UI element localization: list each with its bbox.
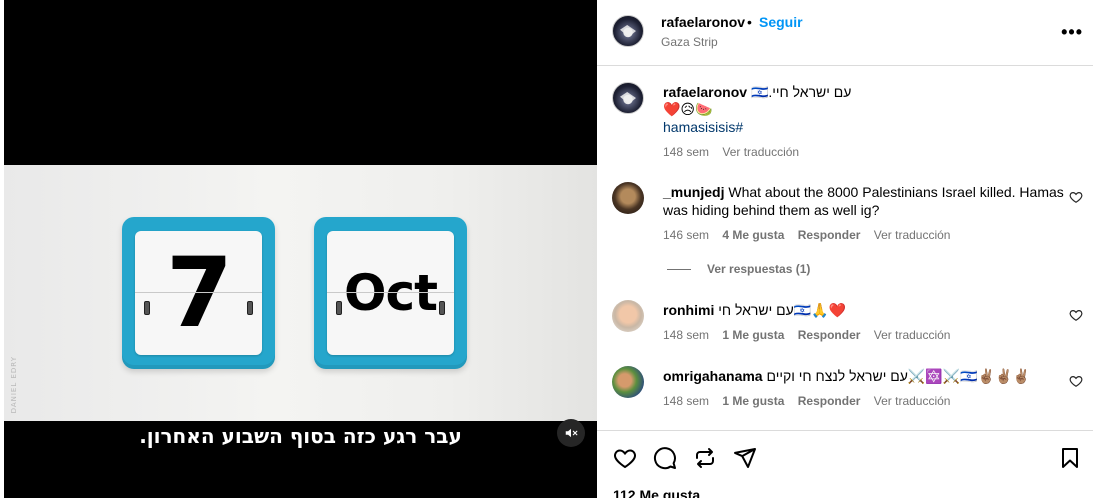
- likes-count[interactable]: 112 Me gusta: [613, 487, 700, 498]
- comment-likes[interactable]: 1 Me gusta: [722, 328, 784, 342]
- more-options-icon[interactable]: •••: [1061, 22, 1083, 43]
- video-subtitle: עבר רגע כזה בסוף השבוע האחרון.: [139, 424, 462, 448]
- card-split-line: [327, 292, 454, 293]
- reply-button[interactable]: Responder: [798, 328, 861, 342]
- comment-line: omrigahanama ✌🏽✌🏽✌🏽🇮🇱⚔️🔯⚔️עם ישראל לנצח …: [663, 367, 1030, 385]
- repost-icon[interactable]: [693, 446, 717, 470]
- speaker-muted-icon: [565, 428, 578, 438]
- like-comment-heart-icon[interactable]: [1069, 308, 1083, 322]
- comment-age[interactable]: 148 sem: [663, 328, 709, 342]
- location-link[interactable]: Gaza Strip: [661, 35, 718, 49]
- card-split-line: [135, 292, 262, 293]
- comment-likes[interactable]: 1 Me gusta: [722, 394, 784, 408]
- caption-meta: 148 sem Ver traducción: [663, 145, 799, 159]
- comment-text: ✌🏽✌🏽✌🏽🇮🇱⚔️🔯⚔️עם ישראל לנצח חי וקיים: [766, 368, 1030, 384]
- share-paper-plane-icon[interactable]: [733, 446, 757, 470]
- comment-text: ❤️🙏🇮🇱עם ישראל חי: [718, 302, 847, 318]
- flip-card-month: Oct: [314, 217, 467, 369]
- flip-card-month-face: Oct: [327, 231, 454, 355]
- post-panel: rafaelaronov • Seguir Gaza Strip ••• raf…: [597, 0, 1093, 498]
- like-comment-heart-icon[interactable]: [1069, 374, 1083, 388]
- month-text: Oct: [343, 264, 438, 322]
- caption-translate[interactable]: Ver traducción: [722, 145, 799, 159]
- day-number: 7: [166, 237, 233, 349]
- avatar[interactable]: [612, 82, 644, 114]
- save-bookmark-icon[interactable]: [1058, 446, 1082, 470]
- caption-username[interactable]: rafaelaronov: [663, 84, 747, 100]
- hinge: [439, 301, 445, 315]
- flip-card-day: 7: [122, 217, 275, 369]
- translate-link[interactable]: Ver traducción: [874, 394, 951, 408]
- comment-line: ronhimi ❤️🙏🇮🇱עם ישראל חי: [663, 301, 846, 319]
- comment-likes[interactable]: 4 Me gusta: [722, 228, 784, 242]
- comment-text: What about the 8000 Palestinians Israel …: [728, 184, 1064, 200]
- post-media[interactable]: 7 Oct DANIEL EDRY עבר רגע כזה בסוף השבוע…: [0, 0, 597, 498]
- hinge: [336, 301, 342, 315]
- caption-text: עם ישראל חיי.🇮🇱: [750, 84, 852, 100]
- translate-link[interactable]: Ver traducción: [874, 328, 951, 342]
- comment-username[interactable]: _munjedj: [663, 184, 724, 200]
- avatar[interactable]: [612, 300, 644, 332]
- caption-age[interactable]: 148 sem: [663, 145, 709, 159]
- video-frame[interactable]: 7 Oct DANIEL EDRY: [4, 165, 597, 421]
- avatar[interactable]: [612, 366, 644, 398]
- flip-card-day-face: 7: [135, 231, 262, 355]
- translate-link[interactable]: Ver traducción: [874, 228, 951, 242]
- video-credit: DANIEL EDRY: [10, 355, 18, 413]
- avatar[interactable]: [612, 15, 644, 47]
- view-replies-link[interactable]: Ver respuestas (1): [707, 262, 810, 276]
- hashtag-link[interactable]: hamasisisis#: [663, 119, 743, 135]
- comment-username[interactable]: ronhimi: [663, 302, 714, 318]
- comment-text-continued: was hiding behind them as well ig?: [663, 202, 880, 218]
- separator-dot: •: [747, 14, 752, 30]
- mute-button[interactable]: [557, 419, 585, 447]
- comment-meta: 148 sem 1 Me gusta Responder Ver traducc…: [663, 328, 950, 342]
- hinge: [247, 301, 253, 315]
- caption-line: rafaelaronov עם ישראל חיי.🇮🇱: [663, 83, 851, 101]
- reply-button[interactable]: Responder: [798, 228, 861, 242]
- comment-line: _munjedj What about the 8000 Palestinian…: [663, 183, 1064, 201]
- caption-emojis: ❤️😥🍉: [663, 101, 713, 117]
- avatar[interactable]: [612, 182, 644, 214]
- comment-username[interactable]: omrigahanama: [663, 368, 763, 384]
- comment-meta: 148 sem 1 Me gusta Responder Ver traducc…: [663, 394, 950, 408]
- hinge: [144, 301, 150, 315]
- replies-divider: [667, 269, 691, 270]
- actions-divider: [597, 430, 1093, 431]
- post-header: rafaelaronov • Seguir Gaza Strip •••: [597, 0, 1093, 66]
- comment-meta: 146 sem 4 Me gusta Responder Ver traducc…: [663, 228, 950, 242]
- like-comment-heart-icon[interactable]: [1069, 190, 1083, 204]
- comment-age[interactable]: 148 sem: [663, 394, 709, 408]
- follow-button[interactable]: Seguir: [759, 14, 803, 30]
- like-heart-icon[interactable]: [613, 446, 637, 470]
- header-username[interactable]: rafaelaronov: [661, 14, 745, 30]
- reply-button[interactable]: Responder: [798, 394, 861, 408]
- comment-bubble-icon[interactable]: [653, 446, 677, 470]
- comment-age[interactable]: 146 sem: [663, 228, 709, 242]
